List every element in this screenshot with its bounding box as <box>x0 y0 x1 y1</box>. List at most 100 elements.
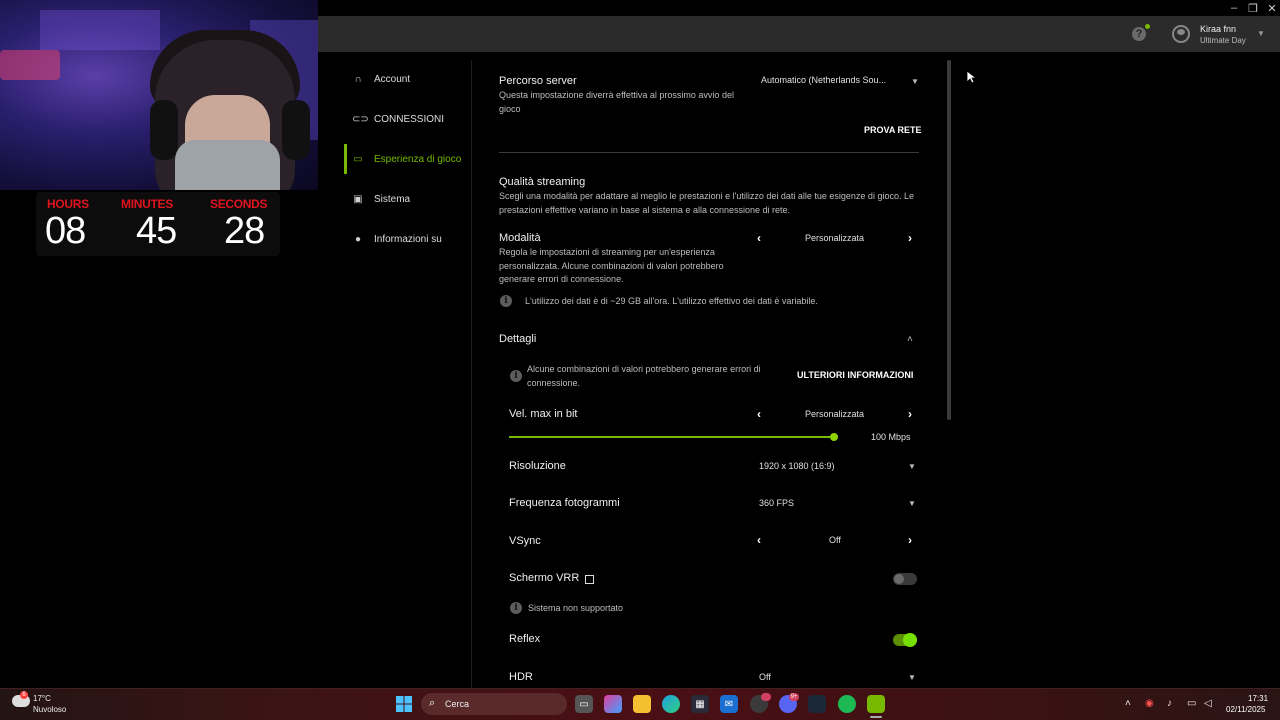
spotify-icon[interactable] <box>838 695 856 713</box>
resolution-label: Risoluzione <box>509 460 566 472</box>
chevron-down-icon[interactable]: ▼ <box>1257 29 1265 38</box>
steam-icon[interactable] <box>808 695 826 713</box>
store-icon[interactable]: ▦ <box>691 695 709 713</box>
network-icon[interactable]: ▭ <box>1187 698 1196 709</box>
devices-icon: ▣ <box>353 193 363 205</box>
search-placeholder: Cerca <box>445 699 470 709</box>
chevron-up-icon[interactable]: ˄ <box>1125 698 1131 709</box>
info-icon: i <box>510 370 522 382</box>
server-select[interactable]: Automatico (Netherlands Sou... <box>761 75 886 85</box>
monitor-icon: ▭ <box>353 153 363 165</box>
notification-dot <box>1145 24 1150 29</box>
quality-title: Qualità streaming <box>499 176 586 188</box>
mode-value: Personalizzata <box>805 233 865 243</box>
user-tier: Ultimate Day <box>1200 36 1246 45</box>
minutes-label: MINUTES <box>121 197 173 211</box>
volume-icon[interactable]: ◁ <box>1204 698 1212 709</box>
external-link-icon[interactable] <box>585 575 594 584</box>
chevron-left-icon[interactable]: ‹ <box>757 533 761 547</box>
copilot-icon[interactable] <box>604 695 622 713</box>
chevron-right-icon[interactable]: › <box>908 231 912 245</box>
sidebar-item-connections[interactable]: ⊂⊃ CONNESSIONI <box>344 104 472 134</box>
tray-app-icon[interactable]: ◉ <box>1145 698 1154 709</box>
chevron-up-icon[interactable]: ˄ <box>907 334 913 345</box>
clock-time[interactable]: 17:31 <box>1248 694 1268 703</box>
chevron-down-icon[interactable]: ▼ <box>908 499 916 508</box>
webcam-overlay <box>0 0 318 190</box>
mail-icon[interactable]: ✉ <box>720 695 738 713</box>
weather-condition[interactable]: Nuvoloso <box>33 705 66 714</box>
search-icon: ⌕ <box>429 697 436 709</box>
temperature[interactable]: 17°C <box>33 694 51 703</box>
vrr-label: Schermo VRR <box>509 572 580 584</box>
seconds-value: 28 <box>224 210 265 252</box>
chevron-down-icon[interactable]: ▼ <box>908 462 916 471</box>
vrr-note: Sistema non supportato <box>528 603 624 613</box>
divider <box>471 60 472 690</box>
restore-button[interactable]: ❐ <box>1245 0 1261 16</box>
chevron-left-icon[interactable]: ‹ <box>757 407 761 421</box>
taskbar-search[interactable]: ⌕ Cerca <box>421 693 567 715</box>
reflex-toggle[interactable] <box>893 633 917 647</box>
quality-desc: Scegli una modalità per adattare al megl… <box>499 191 914 215</box>
task-view-icon[interactable]: ▭ <box>575 695 593 713</box>
weather-alert-icon: 6 <box>20 691 28 699</box>
bitrate-slider-track[interactable] <box>509 436 834 438</box>
window-controls: – ❐ ✕ <box>1223 0 1280 16</box>
fps-label: Frequenza fotogrammi <box>509 497 620 509</box>
mode-title: Modalità <box>499 232 541 244</box>
chevron-down-icon[interactable]: ▼ <box>908 673 916 682</box>
sidebar-item-label: Informazioni su <box>374 233 442 245</box>
chevron-left-icon[interactable]: ‹ <box>757 231 761 245</box>
bitrate-amount: 100 Mbps <box>871 432 911 442</box>
section-divider <box>499 152 919 153</box>
sidebar-item-about[interactable]: ● Informazioni su <box>344 224 472 254</box>
mode-desc: Regola le impostazioni di streaming per … <box>499 247 724 284</box>
sidebar-item-system[interactable]: ▣ Sistema <box>344 184 472 214</box>
bitrate-label: Vel. max in bit <box>509 408 578 420</box>
active-app-indicator <box>870 716 882 718</box>
bitrate-preset: Personalizzata <box>805 409 865 419</box>
clock-date[interactable]: 02/11/2025 <box>1226 705 1265 714</box>
windows-start-icon[interactable] <box>396 696 412 712</box>
minimize-button[interactable]: – <box>1226 0 1242 16</box>
sidebar-item-label: CONNESSIONI <box>374 113 445 125</box>
chevron-down-icon[interactable]: ▼ <box>911 77 919 86</box>
chevron-right-icon[interactable]: › <box>908 407 912 421</box>
details-title[interactable]: Dettagli <box>499 333 536 345</box>
fps-select[interactable]: 360 FPS <box>759 498 794 508</box>
geforce-now-icon[interactable] <box>867 695 885 713</box>
vrr-toggle[interactable] <box>893 573 917 585</box>
microphone-icon[interactable]: ♪ <box>1167 698 1172 709</box>
help-icon[interactable]: ? <box>1132 27 1146 41</box>
resolution-select[interactable]: 1920 x 1080 (16:9) <box>759 461 835 471</box>
sidebar-item-account[interactable]: ∩ Account <box>344 64 472 94</box>
server-desc: Questa impostazione diverrà effettiva al… <box>499 90 734 114</box>
link-icon: ⊂⊃ <box>352 113 369 125</box>
countdown-timer: HOURS MINUTES SECONDS 08 45 28 <box>36 192 280 256</box>
avatar[interactable] <box>1172 25 1190 43</box>
more-info-button[interactable]: ULTERIORI INFORMAZIONI <box>797 370 913 380</box>
notification-badge <box>761 693 771 701</box>
seconds-label: SECONDS <box>210 197 268 211</box>
reflex-label: Reflex <box>509 633 541 645</box>
vsync-value: Off <box>829 535 841 545</box>
user-name[interactable]: Kiraa fnn <box>1200 24 1236 34</box>
vsync-label: VSync <box>509 535 541 547</box>
test-network-button[interactable]: PROVA RETE <box>864 125 922 135</box>
server-title: Percorso server <box>499 75 577 87</box>
chevron-right-icon[interactable]: › <box>908 533 912 547</box>
info-icon: i <box>510 602 522 614</box>
mouse-cursor-icon <box>966 70 976 84</box>
file-explorer-icon[interactable] <box>633 695 651 713</box>
info-icon: i <box>500 295 512 307</box>
sidebar-item-gaming-experience[interactable]: ▭ Esperienza di gioco <box>344 144 472 174</box>
headset-icon: ∩ <box>354 73 362 85</box>
scrollbar-thumb[interactable] <box>947 60 951 420</box>
minutes-value: 45 <box>136 210 177 252</box>
sidebar-item-label: Account <box>374 73 411 85</box>
close-button[interactable]: ✕ <box>1264 0 1280 16</box>
hdr-select[interactable]: Off <box>759 672 771 682</box>
bitrate-slider-handle[interactable] <box>830 433 838 441</box>
edge-browser-icon[interactable] <box>662 695 680 713</box>
